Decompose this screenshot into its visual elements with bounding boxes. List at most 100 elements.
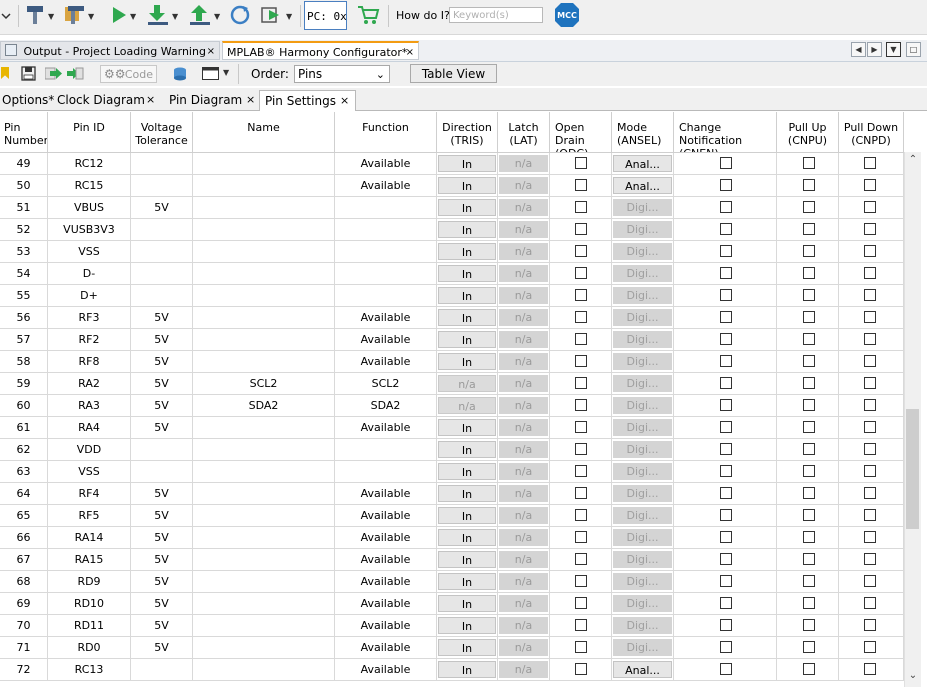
change-notification-checkbox[interactable] <box>720 399 732 411</box>
table-row[interactable]: 72 RC13 Available In n/a Anal... <box>0 659 904 681</box>
direction-button[interactable]: In <box>438 177 496 194</box>
pull-down-checkbox[interactable] <box>864 531 876 543</box>
toolbar-overflow-chevron-icon[interactable] <box>0 0 14 32</box>
pull-up-checkbox[interactable] <box>803 487 815 499</box>
tab-harmony-configurator[interactable]: MPLAB® Harmony Configurator* × <box>222 41 419 60</box>
pull-down-checkbox[interactable] <box>864 157 876 169</box>
show-opened-documents-icon[interactable]: ▼ <box>886 42 901 57</box>
pull-down-checkbox[interactable] <box>864 311 876 323</box>
direction-button[interactable]: In <box>438 155 496 172</box>
open-drain-checkbox[interactable] <box>575 157 587 169</box>
scroll-up-chevron-icon[interactable]: ⌃ <box>905 152 921 168</box>
column-header-latch[interactable]: Latch (LAT) <box>498 112 550 152</box>
open-drain-checkbox[interactable] <box>575 597 587 609</box>
mcc-button[interactable]: MCC <box>555 3 579 27</box>
direction-button[interactable]: In <box>438 287 496 304</box>
save-icon[interactable] <box>21 66 36 84</box>
open-drain-checkbox[interactable] <box>575 465 587 477</box>
pull-down-checkbox[interactable] <box>864 553 876 565</box>
open-drain-checkbox[interactable] <box>575 619 587 631</box>
tab-clock-diagram[interactable]: Clock Diagram × <box>57 90 157 110</box>
pull-down-checkbox[interactable] <box>864 355 876 367</box>
scrollbar-thumb[interactable] <box>906 409 919 529</box>
change-notification-checkbox[interactable] <box>720 355 732 367</box>
table-row[interactable]: 61 RA4 5V Available In n/a Digi... <box>0 417 904 439</box>
mode-button[interactable]: Anal... <box>613 661 672 678</box>
direction-button[interactable]: In <box>438 309 496 326</box>
direction-button[interactable]: In <box>438 419 496 436</box>
table-row[interactable]: 71 RD0 5V Available In n/a Digi... <box>0 637 904 659</box>
pull-down-checkbox[interactable] <box>864 575 876 587</box>
clean-build-button[interactable]: ▼ <box>62 0 94 32</box>
mode-button[interactable]: Anal... <box>613 155 672 172</box>
direction-button[interactable]: In <box>438 485 496 502</box>
pull-down-checkbox[interactable] <box>864 399 876 411</box>
pull-up-checkbox[interactable] <box>803 597 815 609</box>
tab-options[interactable]: Options* <box>2 90 56 110</box>
pull-down-checkbox[interactable] <box>864 245 876 257</box>
change-notification-checkbox[interactable] <box>720 421 732 433</box>
open-drain-checkbox[interactable] <box>575 663 587 675</box>
direction-button[interactable]: In <box>438 507 496 524</box>
pull-down-checkbox[interactable] <box>864 487 876 499</box>
change-notification-checkbox[interactable] <box>720 267 732 279</box>
close-tab-icon[interactable]: × <box>406 43 414 62</box>
close-tab-icon[interactable]: × <box>246 90 255 110</box>
pull-up-checkbox[interactable] <box>803 333 815 345</box>
column-header-pull-up[interactable]: Pull Up (CNPU) <box>777 112 839 152</box>
pull-up-checkbox[interactable] <box>803 663 815 675</box>
column-header-direction[interactable]: Direction (TRIS) <box>437 112 498 152</box>
run-button[interactable]: ▼ <box>110 0 136 32</box>
pull-down-checkbox[interactable] <box>864 179 876 191</box>
table-row[interactable]: 54 D- In n/a Digi... <box>0 263 904 285</box>
open-drain-checkbox[interactable] <box>575 487 587 499</box>
pull-up-checkbox[interactable] <box>803 179 815 191</box>
pull-up-checkbox[interactable] <box>803 223 815 235</box>
scroll-tabs-left-icon[interactable]: ◀ <box>851 42 866 57</box>
direction-button[interactable]: In <box>438 573 496 590</box>
pull-up-checkbox[interactable] <box>803 421 815 433</box>
bookmark-icon[interactable] <box>1 67 9 79</box>
open-drain-checkbox[interactable] <box>575 311 587 323</box>
window-layout-icon[interactable] <box>202 67 220 83</box>
change-notification-checkbox[interactable] <box>720 597 732 609</box>
column-header-change-notification[interactable]: ChangeNotification(CNEN) <box>674 112 777 152</box>
pull-down-checkbox[interactable] <box>864 597 876 609</box>
open-drain-checkbox[interactable] <box>575 289 587 301</box>
table-row[interactable]: 59 RA2 5V SCL2 SCL2 n/a n/a Digi... <box>0 373 904 395</box>
table-row[interactable]: 63 VSS In n/a Digi... <box>0 461 904 483</box>
pull-up-checkbox[interactable] <box>803 289 815 301</box>
export-arrow-icon[interactable] <box>66 66 84 84</box>
run-dropdown-caret-icon[interactable]: ▼ <box>130 12 136 21</box>
pull-up-checkbox[interactable] <box>803 619 815 631</box>
change-notification-checkbox[interactable] <box>720 575 732 587</box>
pull-up-checkbox[interactable] <box>803 575 815 587</box>
column-header-mode[interactable]: Mode (ANSEL) <box>612 112 674 152</box>
direction-button[interactable]: In <box>438 529 496 546</box>
read-dropdown-caret-icon[interactable]: ▼ <box>214 12 220 21</box>
table-row[interactable]: 66 RA14 5V Available In n/a Digi... <box>0 527 904 549</box>
table-row[interactable]: 70 RD11 5V Available In n/a Digi... <box>0 615 904 637</box>
change-notification-checkbox[interactable] <box>720 201 732 213</box>
pull-down-checkbox[interactable] <box>864 619 876 631</box>
clean-dropdown-caret-icon[interactable]: ▼ <box>88 12 94 21</box>
tab-output-project-loading-warning[interactable]: Output - Project Loading Warning × <box>0 41 220 60</box>
read-device-button[interactable]: ▼ <box>188 0 220 32</box>
import-arrow-icon[interactable] <box>44 66 63 84</box>
change-notification-checkbox[interactable] <box>720 443 732 455</box>
close-tab-icon[interactable]: × <box>146 90 155 110</box>
pull-up-checkbox[interactable] <box>803 443 815 455</box>
table-row[interactable]: 53 VSS In n/a Digi... <box>0 241 904 263</box>
table-row[interactable]: 50 RC15 Available In n/a Anal... <box>0 175 904 197</box>
change-notification-checkbox[interactable] <box>720 157 732 169</box>
change-notification-checkbox[interactable] <box>720 223 732 235</box>
open-drain-checkbox[interactable] <box>575 421 587 433</box>
pull-down-checkbox[interactable] <box>864 465 876 477</box>
change-notification-checkbox[interactable] <box>720 377 732 389</box>
window-layout-caret-icon[interactable]: ▼ <box>223 68 229 77</box>
close-tab-icon[interactable]: × <box>340 91 349 111</box>
column-header-name[interactable]: Name <box>193 112 335 152</box>
change-notification-checkbox[interactable] <box>720 663 732 675</box>
table-vertical-scrollbar[interactable]: ⌃ ⌄ <box>904 152 921 687</box>
column-header-function[interactable]: Function <box>335 112 437 152</box>
